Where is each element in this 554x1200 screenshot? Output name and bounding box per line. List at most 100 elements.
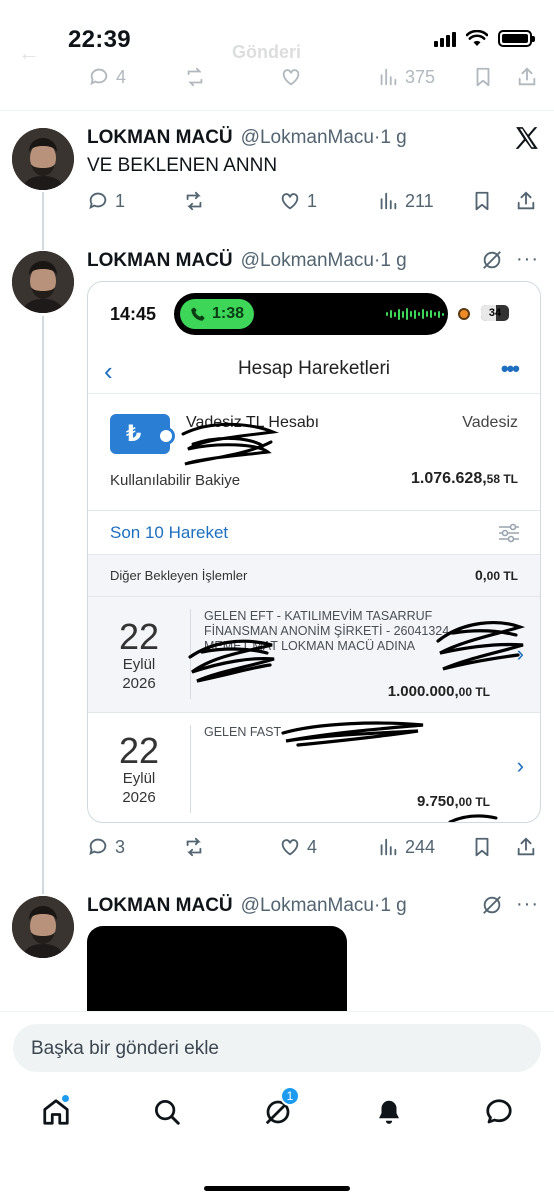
last-10-transactions-header[interactable]: Son 10 Hareket <box>88 511 540 555</box>
notification-badge: 1 <box>280 1086 300 1106</box>
author-handle[interactable]: @LokmanMacu <box>241 895 374 917</box>
phone-status-bar: 14:45 1:38 34 <box>88 282 540 346</box>
thread-line <box>42 316 44 894</box>
share-icon <box>517 837 535 856</box>
heart-icon <box>282 69 300 86</box>
share-action[interactable] <box>516 66 538 88</box>
x-logo-icon[interactable] <box>514 125 540 151</box>
author-handle[interactable]: @LokmanMacu <box>241 250 374 272</box>
tweet-time: 1 g <box>380 895 407 916</box>
transaction-description: GELEN EFT - KATILIMEVİM TASARRUF FİNANSM… <box>204 609 500 654</box>
avatar-photo <box>12 251 74 313</box>
reply-action[interactable]: 1 <box>87 190 125 212</box>
transaction-month: Eylül <box>122 656 156 673</box>
reply-count: 1 <box>115 190 126 211</box>
like-action[interactable]: 4 <box>279 836 317 858</box>
repost-action[interactable] <box>183 190 205 212</box>
wifi-icon <box>466 30 488 46</box>
reply-count: 3 <box>115 836 126 857</box>
repost-icon <box>187 67 203 87</box>
transaction-line-2: FİNANSMAN ANONİM ŞİRKETİ - 26041324 <box>204 624 450 638</box>
more-dots-icon[interactable]: ••• <box>501 356 520 382</box>
account-type: Vadesiz <box>462 414 518 431</box>
balance-main: 1.076.628, <box>411 470 487 487</box>
share-action[interactable] <box>515 836 537 858</box>
chevron-right-icon[interactable]: › <box>517 753 524 779</box>
grok-icon[interactable] <box>481 894 503 916</box>
battery-icon <box>498 30 535 47</box>
home-indicator <box>204 1186 350 1191</box>
author-name[interactable]: LOKMAN MACÜ <box>87 250 233 272</box>
transaction-description: GELEN FAST <box>204 725 500 740</box>
tweet-media[interactable] <box>87 926 347 1016</box>
tweet-image-card[interactable]: 14:45 1:38 34 ‹ Hesap Hareketleri ••• ₺ … <box>87 281 541 823</box>
transaction-year: 2026 <box>122 789 156 806</box>
tweet-header: LOKMAN MACÜ @LokmanMacu · 1 g <box>87 250 407 272</box>
transaction-month: Eylül <box>122 770 156 787</box>
author-handle[interactable]: @LokmanMacu <box>241 127 374 149</box>
like-action[interactable] <box>280 66 302 88</box>
previous-tweet-actions: 4 375 <box>0 66 554 96</box>
search-icon <box>155 1100 180 1125</box>
share-action[interactable] <box>515 190 537 212</box>
transaction-line-3: MEMET MAT LOKMAN MACÜ ADINA <box>204 639 416 653</box>
back-arrow-icon[interactable]: ← <box>18 40 40 66</box>
tab-search[interactable] <box>147 1092 187 1132</box>
filter-icon[interactable] <box>498 523 520 543</box>
author-name[interactable]: LOKMAN MACÜ <box>87 127 233 149</box>
views-action[interactable]: 211 <box>377 190 434 212</box>
tab-home[interactable] <box>36 1092 76 1132</box>
bookmark-action[interactable] <box>471 190 493 212</box>
like-count: 1 <box>307 190 318 211</box>
pending-cents: 00 TL <box>486 569 518 583</box>
transaction-amount: 1.000.000,00 TL <box>388 683 490 700</box>
bookmark-action[interactable] <box>471 836 493 858</box>
more-options-icon[interactable]: ··· <box>516 248 539 271</box>
views-icon <box>380 68 397 86</box>
amount-cents: 00 TL <box>458 685 490 699</box>
phone-battery-level: 34 <box>488 307 502 319</box>
pending-label: Diğer Bekleyen İşlemler <box>110 568 248 583</box>
bookmark-action[interactable] <box>472 66 494 88</box>
transaction-row[interactable]: 22 Eylül 2026 GELEN FAST 9.750,00 TL › <box>88 713 540 822</box>
avatar[interactable] <box>12 128 74 190</box>
bell-icon <box>379 1100 399 1124</box>
pending-transactions-row[interactable]: Diğer Bekleyen İşlemler 0,00 TL <box>88 555 540 597</box>
message-icon <box>486 1099 512 1124</box>
transaction-row[interactable]: 22 Eylül 2026 GELEN EFT - KATILIMEVİM TA… <box>88 597 540 713</box>
tab-grok[interactable]: 1 <box>258 1086 300 1132</box>
more-options-icon[interactable]: ··· <box>516 893 539 916</box>
tweet-time: 1 g <box>380 127 407 148</box>
grok-icon[interactable] <box>481 249 503 271</box>
reply-action[interactable]: 3 <box>87 836 125 858</box>
audio-wave-icon <box>386 308 444 320</box>
repost-action[interactable] <box>183 836 205 858</box>
repost-action[interactable] <box>184 66 206 88</box>
views-action[interactable]: 375 <box>377 66 435 88</box>
avatar[interactable] <box>12 251 74 313</box>
cellular-signal-icon <box>434 31 456 47</box>
bank-title: Hesap Hareketleri <box>237 358 391 379</box>
reply-count: 4 <box>116 66 127 87</box>
chevron-right-icon[interactable]: › <box>517 641 524 667</box>
bookmark-icon <box>475 837 489 857</box>
tab-messages[interactable] <box>479 1092 519 1132</box>
thread-line <box>42 192 44 250</box>
reply-composer-input[interactable]: Başka bir gönderi ekle <box>13 1024 541 1072</box>
like-action[interactable]: 1 <box>279 190 317 212</box>
views-count: 244 <box>405 836 436 857</box>
views-action[interactable]: 244 <box>377 836 435 858</box>
mic-indicator-icon <box>458 308 470 320</box>
avatar[interactable] <box>12 896 74 958</box>
author-name[interactable]: LOKMAN MACÜ <box>87 895 233 917</box>
avatar-photo <box>12 128 74 190</box>
status-time: 22:39 <box>68 26 131 53</box>
account-name: Vadesiz TL Hesabı <box>186 414 320 431</box>
transaction-line-1: GELEN FAST <box>204 725 282 739</box>
tab-notifications[interactable] <box>369 1092 409 1132</box>
transaction-day: 22 <box>118 616 160 657</box>
views-count: 211 <box>405 190 434 211</box>
phone-battery-icon: 34 <box>481 305 509 321</box>
reply-action[interactable]: 4 <box>88 66 126 88</box>
divider <box>0 110 554 111</box>
